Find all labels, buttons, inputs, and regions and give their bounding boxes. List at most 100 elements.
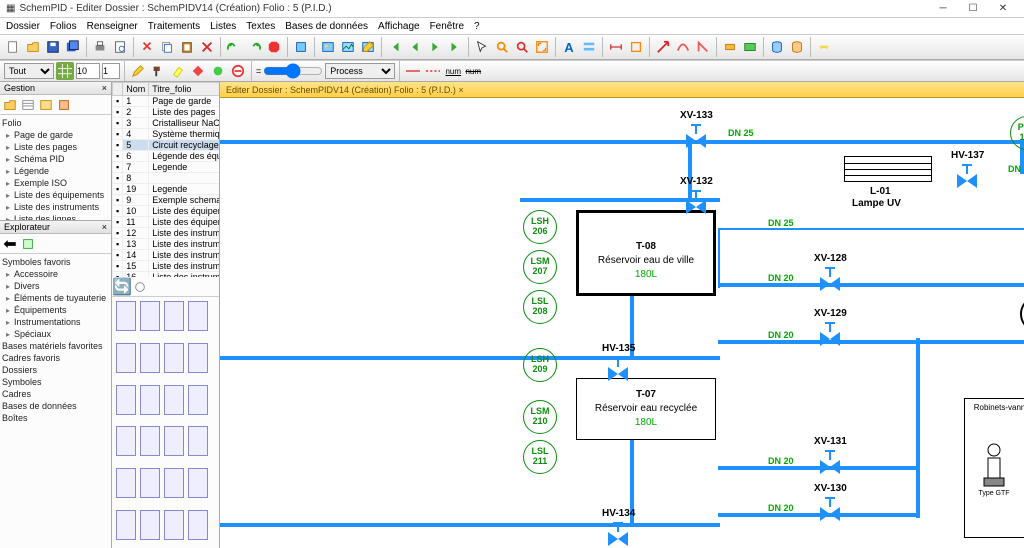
delete-icon[interactable] (198, 38, 216, 56)
new-icon[interactable] (4, 38, 22, 56)
menu-bar[interactable]: DossierFoliosRenseignerTraitementsListes… (0, 18, 1024, 34)
symbol-thumb[interactable] (188, 385, 208, 415)
last-icon[interactable] (446, 38, 464, 56)
attribute-icon[interactable] (580, 38, 598, 56)
layer-slider[interactable] (263, 63, 323, 79)
first-icon[interactable] (386, 38, 404, 56)
tree-item[interactable]: Spéciaux (2, 328, 109, 340)
zoom-all-icon[interactable] (533, 38, 551, 56)
open-icon[interactable] (24, 38, 42, 56)
explorer-back-icon[interactable]: ⬅ (2, 236, 18, 252)
folio-row[interactable]: ▪19Legende (113, 184, 220, 195)
menu-affichage[interactable]: Affichage (378, 21, 420, 32)
redo-icon[interactable] (245, 38, 263, 56)
crop-icon[interactable] (627, 38, 645, 56)
gestion-card-icon[interactable] (56, 97, 72, 113)
snap-grid-icon[interactable] (56, 62, 74, 80)
zoom-fit-icon[interactable] (513, 38, 531, 56)
image2-icon[interactable] (339, 38, 357, 56)
maximize-button[interactable]: ☐ (958, 2, 988, 16)
gestion-toolbar[interactable] (0, 95, 111, 115)
explorer-toolbar[interactable]: ⬅ (0, 234, 111, 254)
thumb-symbol-icon[interactable] (132, 279, 148, 295)
thumb-refresh-icon[interactable]: 🔄 (114, 279, 130, 295)
paint-icon[interactable] (149, 62, 167, 80)
tree-item[interactable]: Instrumentations (2, 316, 109, 328)
tool-curve-icon[interactable] (674, 38, 692, 56)
undo-icon[interactable] (225, 38, 243, 56)
gestion-table-icon[interactable] (38, 97, 54, 113)
tree-item[interactable]: Cadres favoris (2, 352, 109, 364)
tree-item[interactable]: Bases matériels favorites (2, 340, 109, 352)
scope-select[interactable]: Tout (4, 63, 54, 79)
tree-item[interactable]: Symboles favoris (2, 256, 109, 268)
folio-col-titre[interactable]: Titre_folio (149, 83, 219, 96)
prev-icon[interactable] (406, 38, 424, 56)
stop-icon[interactable] (265, 38, 283, 56)
pencil-icon[interactable] (129, 62, 147, 80)
explorer-tree[interactable]: Symboles favorisAccessoireDiversÉléments… (0, 254, 111, 548)
text-icon[interactable]: A (560, 38, 578, 56)
tree-item[interactable]: Liste des équipements (2, 189, 109, 201)
copy-icon[interactable] (158, 38, 176, 56)
grid-div-input[interactable] (102, 63, 120, 79)
image1-icon[interactable] (319, 38, 337, 56)
menu-bases de données[interactable]: Bases de données (285, 21, 368, 32)
folio-row[interactable]: ▪10Liste des équipements (113, 206, 220, 217)
db-icon[interactable] (768, 38, 786, 56)
tree-item[interactable]: Boîtes (2, 412, 109, 424)
menu-?[interactable]: ? (474, 21, 480, 32)
symbol-thumb[interactable] (140, 343, 160, 373)
print-preview-icon[interactable] (111, 38, 129, 56)
dimension-icon[interactable] (607, 38, 625, 56)
folio-row[interactable]: ▪3Cristalliseur NaCl en Na (113, 118, 220, 129)
tree-item[interactable]: Légende (2, 165, 109, 177)
menu-fenêtre[interactable]: Fenêtre (430, 21, 464, 32)
layer-select[interactable]: Process (325, 63, 395, 79)
symbol-thumb[interactable] (188, 468, 208, 498)
folio-row[interactable]: ▪7Legende (113, 162, 220, 173)
secondary-toolbar[interactable]: Tout = Process num num (0, 60, 1024, 82)
tree-item[interactable]: Schéma PID (2, 153, 109, 165)
symbol-thumb[interactable] (116, 426, 136, 456)
tree-item[interactable]: Liste des lignes (2, 213, 109, 220)
tree-item[interactable]: Folio (2, 117, 109, 129)
symbol-thumb[interactable] (116, 468, 136, 498)
tree-item[interactable]: Équipements (2, 304, 109, 316)
folio-row[interactable]: ▪11Liste des équipements (113, 217, 220, 228)
folio-row[interactable]: ▪9Exemple schema ISO (113, 195, 220, 206)
next-icon[interactable] (426, 38, 444, 56)
folio-row[interactable]: ▪14Liste des instruments (113, 250, 220, 261)
circle-tool-icon[interactable] (209, 62, 227, 80)
main-toolbar[interactable]: A (0, 34, 1024, 60)
print-icon[interactable] (91, 38, 109, 56)
line-solid-icon[interactable] (404, 62, 422, 80)
tree-item[interactable]: Symboles (2, 376, 109, 388)
symbol-thumbnails[interactable] (112, 297, 219, 548)
clear-icon[interactable] (229, 62, 247, 80)
folio-row[interactable]: ▪4Système thermique à v (113, 129, 220, 140)
tree-item[interactable]: Page de garde (2, 129, 109, 141)
explorer-add-icon[interactable] (20, 236, 36, 252)
folio-row[interactable]: ▪15Liste des instruments (113, 261, 220, 272)
folio-row[interactable]: ▪2Liste des pages (113, 107, 220, 118)
symbol-thumb[interactable] (164, 510, 184, 540)
symbol-thumb[interactable] (188, 301, 208, 331)
symbol-thumb[interactable] (116, 385, 136, 415)
minimize-button[interactable]: ─ (928, 2, 958, 16)
tool-arrow-icon[interactable] (654, 38, 672, 56)
folio-row[interactable]: ▪8 (113, 173, 220, 184)
close-button[interactable]: ✕ (988, 2, 1018, 16)
menu-textes[interactable]: Textes (246, 21, 275, 32)
symbol-thumb[interactable] (164, 301, 184, 331)
connector-icon[interactable] (815, 38, 833, 56)
folio-col-nom[interactable]: Nom (123, 83, 149, 96)
tree-item[interactable]: Exemple ISO (2, 177, 109, 189)
canvas-tab[interactable]: Editer Dossier : SchemPIDV14 (Création) … (220, 82, 1024, 98)
symbol-thumb[interactable] (188, 343, 208, 373)
line-dash-icon[interactable] (424, 62, 442, 80)
gestion-close-icon[interactable]: × (102, 83, 107, 93)
save-icon[interactable] (44, 38, 62, 56)
tree-item[interactable]: Éléments de tuyauterie (2, 292, 109, 304)
folio-row[interactable]: ▪6Légende des équipeme (113, 151, 220, 162)
